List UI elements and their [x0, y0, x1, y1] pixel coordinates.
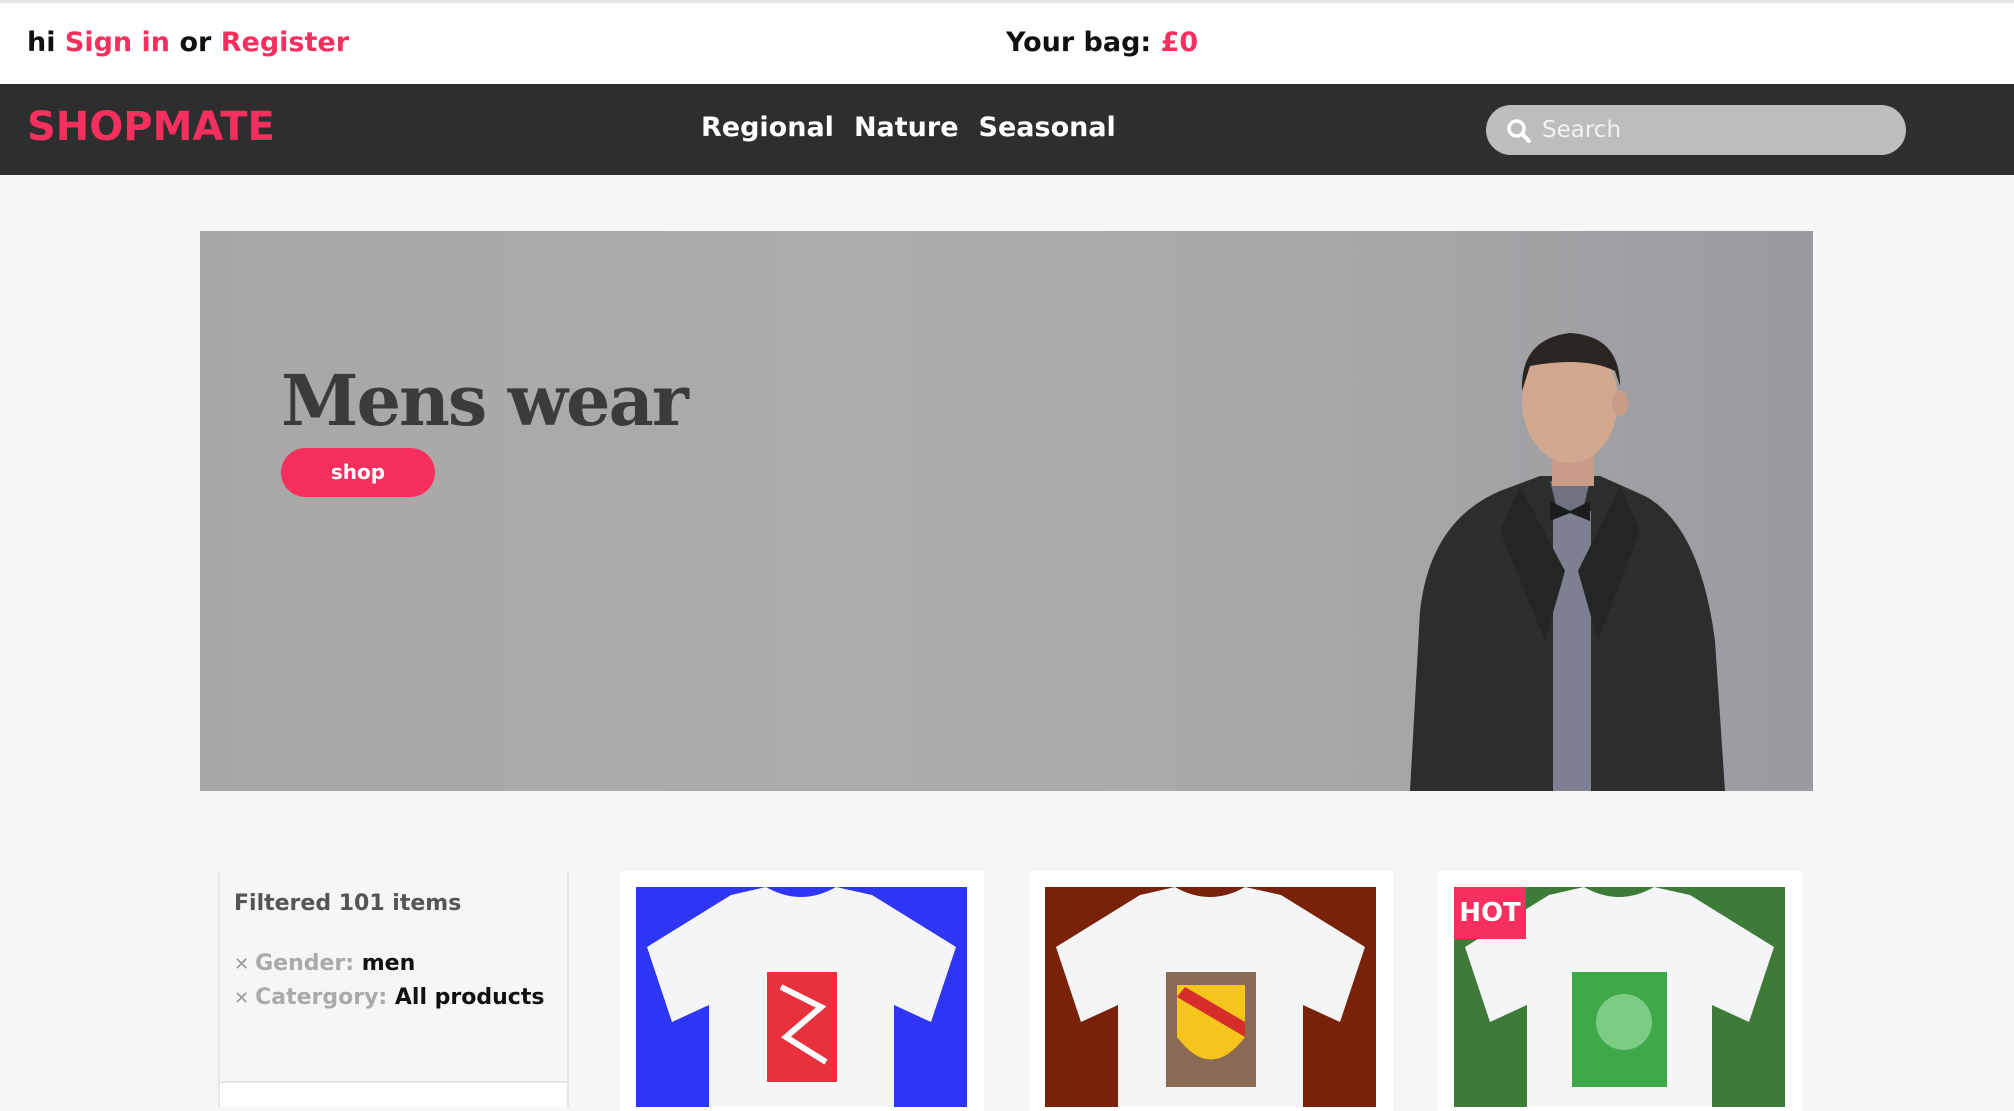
product-card[interactable] [1029, 871, 1393, 1111]
sign-in-link[interactable]: Sign in [65, 27, 170, 58]
register-link[interactable]: Register [221, 27, 349, 58]
model-image [1410, 333, 1725, 791]
top-bar: hi Sign in or Register Your bag: £0 [0, 0, 2014, 84]
filter-key: Catergory: [255, 985, 388, 1010]
bag-amount: £0 [1160, 27, 1199, 58]
filter-key: Gender: [255, 951, 355, 976]
bag-label: Your bag: [1006, 27, 1152, 58]
filter-value: All products [394, 985, 545, 1010]
filter-gender[interactable]: ✕ Gender: men [234, 951, 415, 976]
main-nav: SHOPMATE Regional Nature Seasonal [0, 84, 2014, 175]
hot-badge: HOT [1454, 887, 1526, 939]
shopmate-logo[interactable]: SHOPMATE [27, 104, 275, 150]
nav-item-regional[interactable]: Regional [701, 112, 834, 143]
filter-category[interactable]: ✕ Catergory: All products [234, 985, 544, 1010]
tshirt-icon [647, 887, 956, 1107]
bag-summary[interactable]: Your bag: £0 [1006, 27, 1198, 58]
nav-item-nature[interactable]: Nature [854, 112, 959, 143]
search-input[interactable] [1542, 105, 1892, 155]
shop-button[interactable]: shop [281, 448, 435, 497]
filter-value: men [361, 951, 416, 976]
filtered-count: Filtered 101 items [234, 891, 462, 916]
hero-title: Mens wear [281, 359, 689, 442]
product-card[interactable] [620, 871, 984, 1111]
or-text: or [179, 27, 212, 58]
product-image[interactable] [636, 887, 967, 1107]
remove-filter-icon[interactable]: ✕ [234, 988, 249, 1009]
nav-item-seasonal[interactable]: Seasonal [979, 112, 1116, 143]
product-image[interactable] [1045, 887, 1376, 1107]
product-card[interactable]: HOT [1438, 871, 1802, 1111]
category-menu: Regional Nature Seasonal [701, 112, 1116, 143]
tshirt-icon [1056, 887, 1365, 1107]
remove-filter-icon[interactable]: ✕ [234, 954, 249, 975]
greeting: hi Sign in or Register [27, 27, 349, 58]
sidebar-section [220, 1081, 567, 1107]
filter-sidebar: Filtered 101 items ✕ Gender: men ✕ Catergo… [218, 871, 569, 1107]
search-box[interactable] [1486, 105, 1906, 155]
product-image[interactable]: HOT [1454, 887, 1785, 1107]
greeting-text: hi [27, 27, 56, 58]
search-icon [1507, 119, 1531, 143]
hero-banner: Mens wear shop [200, 231, 1813, 791]
